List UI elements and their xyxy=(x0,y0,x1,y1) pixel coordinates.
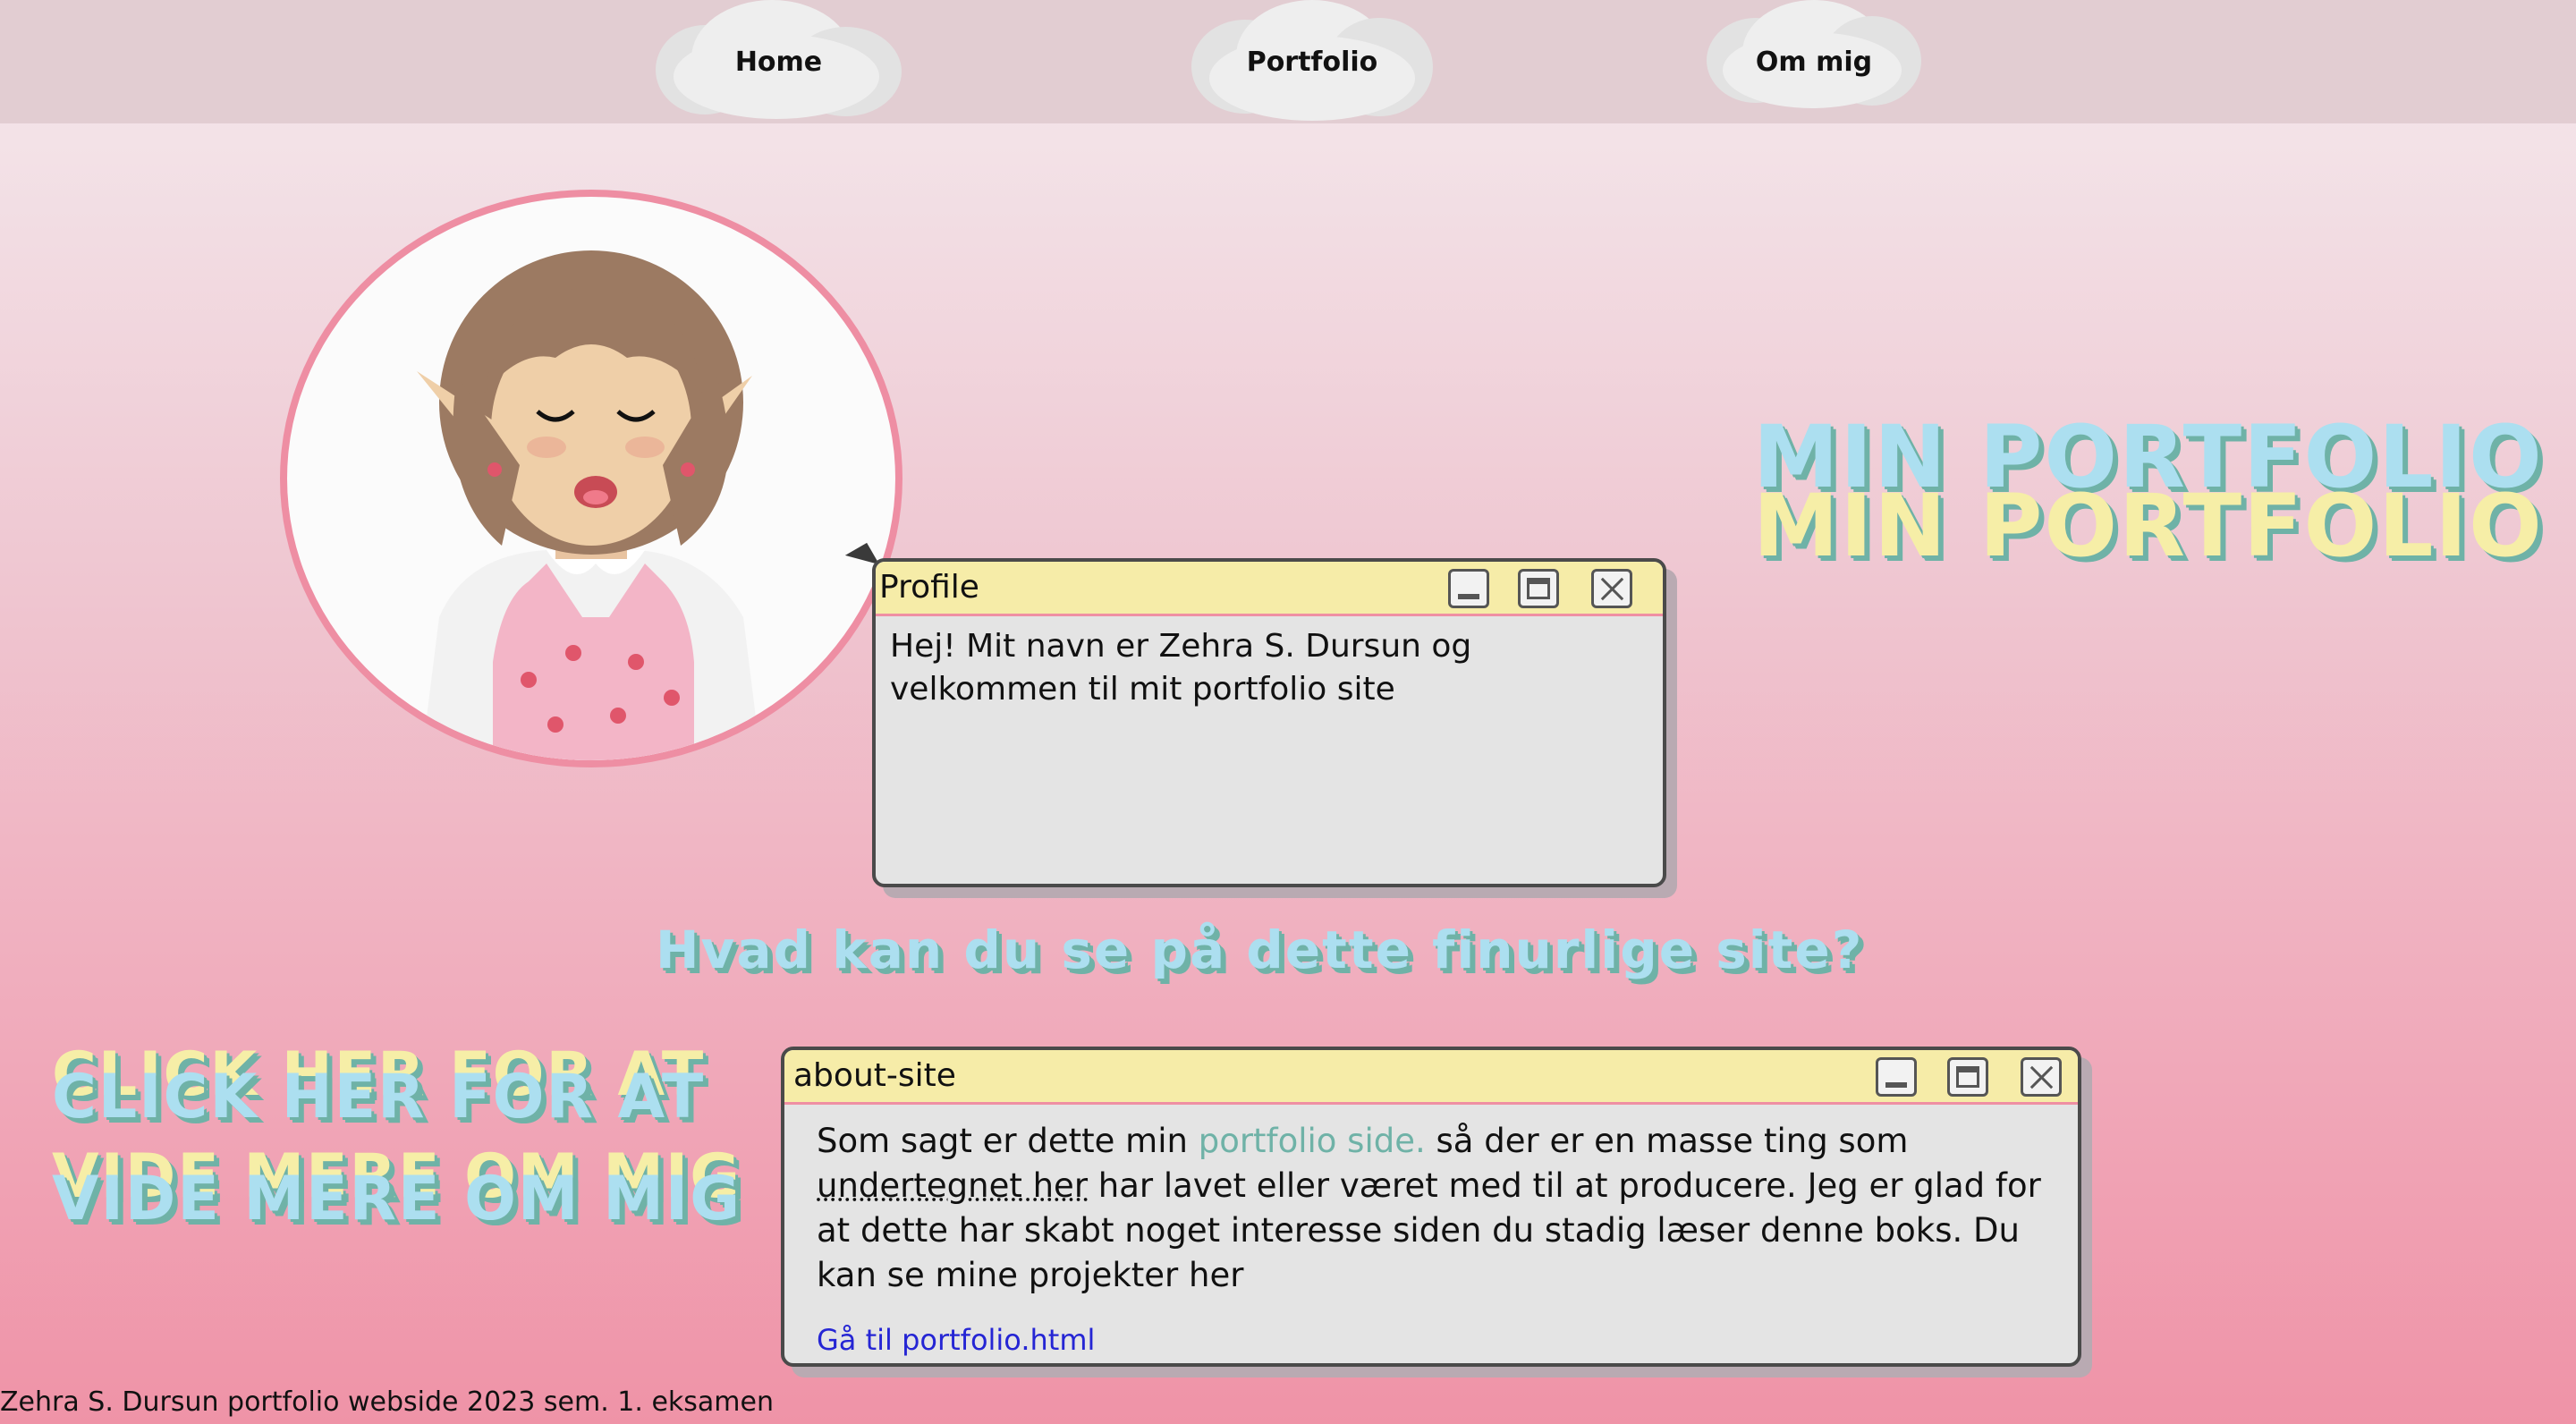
profile-avatar xyxy=(280,190,902,767)
about-minimize-button[interactable] xyxy=(1876,1057,1917,1097)
profile-maximize-button[interactable] xyxy=(1518,569,1559,608)
profile-window-titlebar[interactable]: Profile xyxy=(876,562,1663,616)
nav-home-cloud-button[interactable]: Home xyxy=(656,0,902,123)
profile-minimize-button[interactable] xyxy=(1448,569,1489,608)
undertegnet-abbr: undertegnet her xyxy=(817,1166,1089,1205)
nav-portfolio-cloud-button[interactable]: Portfolio xyxy=(1191,0,1433,123)
minimize-icon xyxy=(1885,1082,1907,1088)
about-window-title: about-site xyxy=(793,1057,956,1094)
hero-title-yellow: MIN PORTFOLIO xyxy=(1753,476,2544,576)
about-site-window: about-site Som sagt er dette min portfol… xyxy=(781,1047,2081,1367)
nav-home-label: Home xyxy=(734,47,823,78)
profile-window: Profile Hej! Mit navn er Zehra S. Dursun… xyxy=(872,558,1666,887)
top-nav: Home Portfolio Om mig xyxy=(0,0,2576,123)
about-text-2: så der er en masse ting som xyxy=(1425,1122,1909,1160)
profile-close-button[interactable] xyxy=(1591,569,1632,608)
page-footer: Zehra S. Dursun portfolio webside 2023 s… xyxy=(0,1386,775,1418)
cta-line1: CLICK HER FOR AT xyxy=(52,1062,706,1132)
minimize-icon xyxy=(1458,594,1479,599)
section-heading: Hvad kan du se på dette finurlige site? xyxy=(656,920,1864,980)
portfolio-side-link[interactable]: portfolio side. xyxy=(1199,1122,1426,1160)
profile-window-title: Profile xyxy=(879,569,979,606)
about-window-titlebar[interactable]: about-site xyxy=(784,1050,2078,1105)
goto-portfolio-link[interactable]: Gå til portfolio.html xyxy=(817,1318,1095,1362)
maximize-icon xyxy=(1956,1066,1979,1088)
about-text-1: Som sagt er dette min xyxy=(817,1122,1199,1160)
profile-window-text: Hej! Mit navn er Zehra S. Dursun og velk… xyxy=(890,628,1472,708)
about-me-cta-link[interactable]: CLICK HER FOR AT VIDE MERE OM MIG xyxy=(52,1047,741,1250)
maximize-icon xyxy=(1527,578,1550,599)
about-maximize-button[interactable] xyxy=(1947,1057,1988,1097)
nav-portfolio-label: Portfolio xyxy=(1246,47,1378,78)
about-window-body: Som sagt er dette min portfolio side. så… xyxy=(784,1105,2078,1362)
cta-line2: VIDE MERE OM MIG xyxy=(52,1164,742,1234)
about-close-button[interactable] xyxy=(2021,1057,2062,1097)
nav-om-mig-label: Om mig xyxy=(1755,47,1873,78)
avatar-illustration xyxy=(417,250,761,760)
nav-om-mig-cloud-button[interactable]: Om mig xyxy=(1707,0,1921,123)
